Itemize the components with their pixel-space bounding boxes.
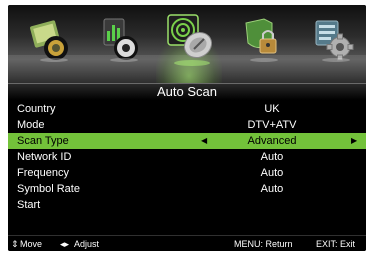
page-title: Auto Scan	[157, 84, 217, 99]
sound-icon[interactable]	[98, 15, 144, 68]
move-hint: Move	[20, 239, 43, 249]
hint-bar: ⇕ Move ◂▸ Adjust MENU: Return EXIT: Exit	[8, 235, 366, 251]
satellite-dish-icon[interactable]	[164, 11, 216, 72]
setting-label: Symbol Rate	[17, 183, 80, 195]
setting-row-mode[interactable]: Mode DTV+ATV	[8, 117, 366, 133]
setting-label: Scan Type	[17, 135, 69, 147]
setting-value: Auto	[260, 183, 284, 195]
setting-row-scan-type[interactable]: Scan Type ◀ Advanced ▶	[8, 133, 366, 149]
menu-return-hint: MENU: Return	[234, 239, 293, 249]
setting-row-network-id[interactable]: Network ID Auto	[8, 149, 366, 165]
setting-label: Country	[17, 103, 56, 115]
setting-value: Auto	[260, 167, 284, 179]
setting-label: Frequency	[17, 167, 69, 179]
setting-row-start[interactable]: Start	[8, 197, 366, 213]
setting-value: Advanced	[247, 135, 297, 147]
menu-title-bar: Auto Scan	[8, 83, 366, 100]
gear-icon[interactable]	[310, 15, 356, 68]
menu-icon-bar	[8, 5, 366, 83]
setting-label: Network ID	[17, 151, 72, 163]
exit-hint: EXIT: Exit	[316, 239, 356, 249]
setting-row-symbol-rate[interactable]: Symbol Rate Auto	[8, 181, 366, 197]
up-down-arrows-icon: ⇕	[11, 239, 19, 249]
adjust-hint: Adjust	[74, 239, 100, 249]
arrow-right-icon[interactable]: ▶	[351, 133, 357, 149]
setting-label: Start	[17, 199, 41, 211]
picture-icon[interactable]	[28, 15, 74, 68]
left-right-arrows-icon: ◂▸	[60, 239, 70, 249]
setting-value: UK	[264, 103, 280, 115]
setting-value: Auto	[260, 151, 284, 163]
lock-icon[interactable]	[240, 15, 286, 68]
setting-value: DTV+ATV	[247, 119, 297, 131]
setting-label: Mode	[17, 119, 45, 131]
setting-row-frequency[interactable]: Frequency Auto	[8, 165, 366, 181]
tv-menu-screen: Auto Scan Country UK Mode DTV+ATV Scan T…	[8, 5, 366, 251]
setting-row-country[interactable]: Country UK	[8, 101, 366, 117]
